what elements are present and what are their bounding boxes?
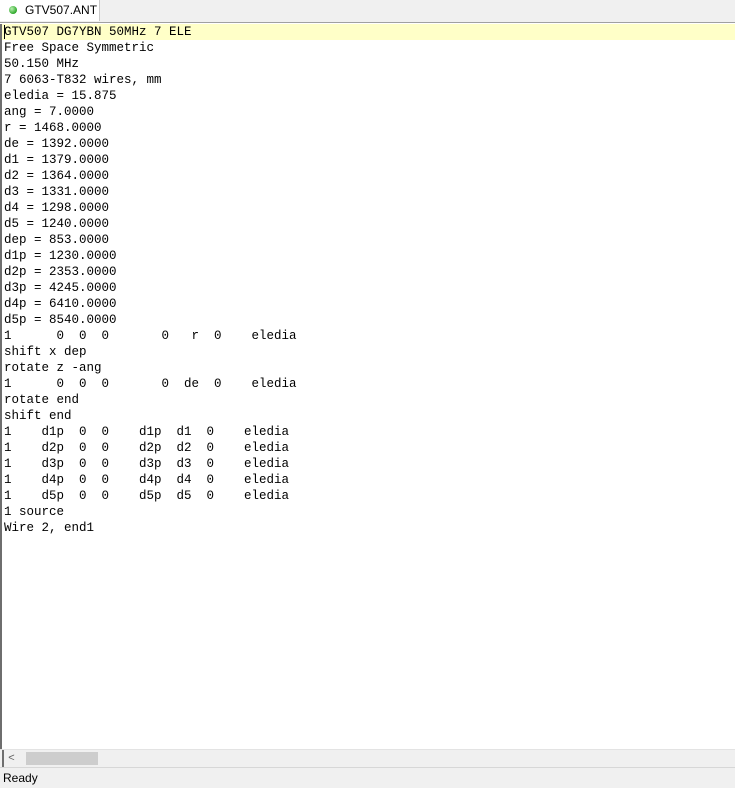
code-line: shift end — [4, 409, 72, 423]
code-line: 1 d5p 0 0 d5p d5 0 eledia — [4, 489, 290, 503]
code-line: dep = 853.0000 — [4, 233, 110, 247]
code-line: d5p = 8540.0000 — [4, 313, 117, 327]
status-bar: Ready — [0, 767, 735, 788]
code-line: 1 d2p 0 0 d2p d2 0 eledia — [4, 441, 290, 455]
code-line: d3 = 1331.0000 — [4, 185, 110, 199]
code-line: 1 0 0 0 0 r 0 eledia — [4, 329, 297, 343]
code-line: rotate z -ang — [4, 361, 102, 375]
code-line: d4p = 6410.0000 — [4, 297, 117, 311]
code-line: de = 1392.0000 — [4, 137, 110, 151]
code-line: d2p = 2353.0000 — [4, 265, 117, 279]
code-line: GTV507 DG7YBN 50MHz 7 ELE — [4, 25, 192, 39]
tab-label: GTV507.ANT — [25, 3, 98, 17]
code-line: 1 source — [4, 505, 65, 519]
text-caret — [4, 25, 5, 39]
green-dot-icon — [9, 6, 17, 14]
code-line: shift x dep — [4, 345, 87, 359]
code-line: 50.150 MHz — [4, 57, 80, 71]
code-line: d5 = 1240.0000 — [4, 217, 110, 231]
code-line: 1 0 0 0 0 de 0 eledia — [4, 377, 297, 391]
code-line: 1 d1p 0 0 d1p d1 0 eledia — [4, 425, 290, 439]
code-line: 1 d4p 0 0 d4p d4 0 eledia — [4, 473, 290, 487]
scrollbar-thumb[interactable] — [26, 752, 98, 765]
code-line: d1p = 1230.0000 — [4, 249, 117, 263]
code-line: ang = 7.0000 — [4, 105, 95, 119]
code-line: 7 6063-T832 wires, mm — [4, 73, 162, 87]
status-text: Ready — [3, 771, 38, 785]
code-line: rotate end — [4, 393, 80, 407]
tab-bar: GTV507.ANT — [0, 0, 735, 23]
code-line: r = 1468.0000 — [4, 121, 102, 135]
code-line: d3p = 4245.0000 — [4, 281, 117, 295]
code-line: d1 = 1379.0000 — [4, 153, 110, 167]
code-line: Wire 2, end1 — [4, 521, 95, 535]
code-line: Free Space Symmetric — [4, 41, 155, 55]
text-editor[interactable]: GTV507 DG7YBN 50MHz 7 ELE Free Space Symm… — [0, 24, 735, 749]
code-line: 1 d3p 0 0 d3p d3 0 eledia — [4, 457, 290, 471]
tab-gtv507[interactable]: GTV507.ANT — [0, 0, 100, 21]
code-line: d2 = 1364.0000 — [4, 169, 110, 183]
code-line: eledia = 15.875 — [4, 89, 117, 103]
horizontal-scrollbar[interactable]: < — [0, 749, 735, 767]
code-line: d4 = 1298.0000 — [4, 201, 110, 215]
scroll-left-arrow[interactable]: < — [2, 750, 19, 767]
